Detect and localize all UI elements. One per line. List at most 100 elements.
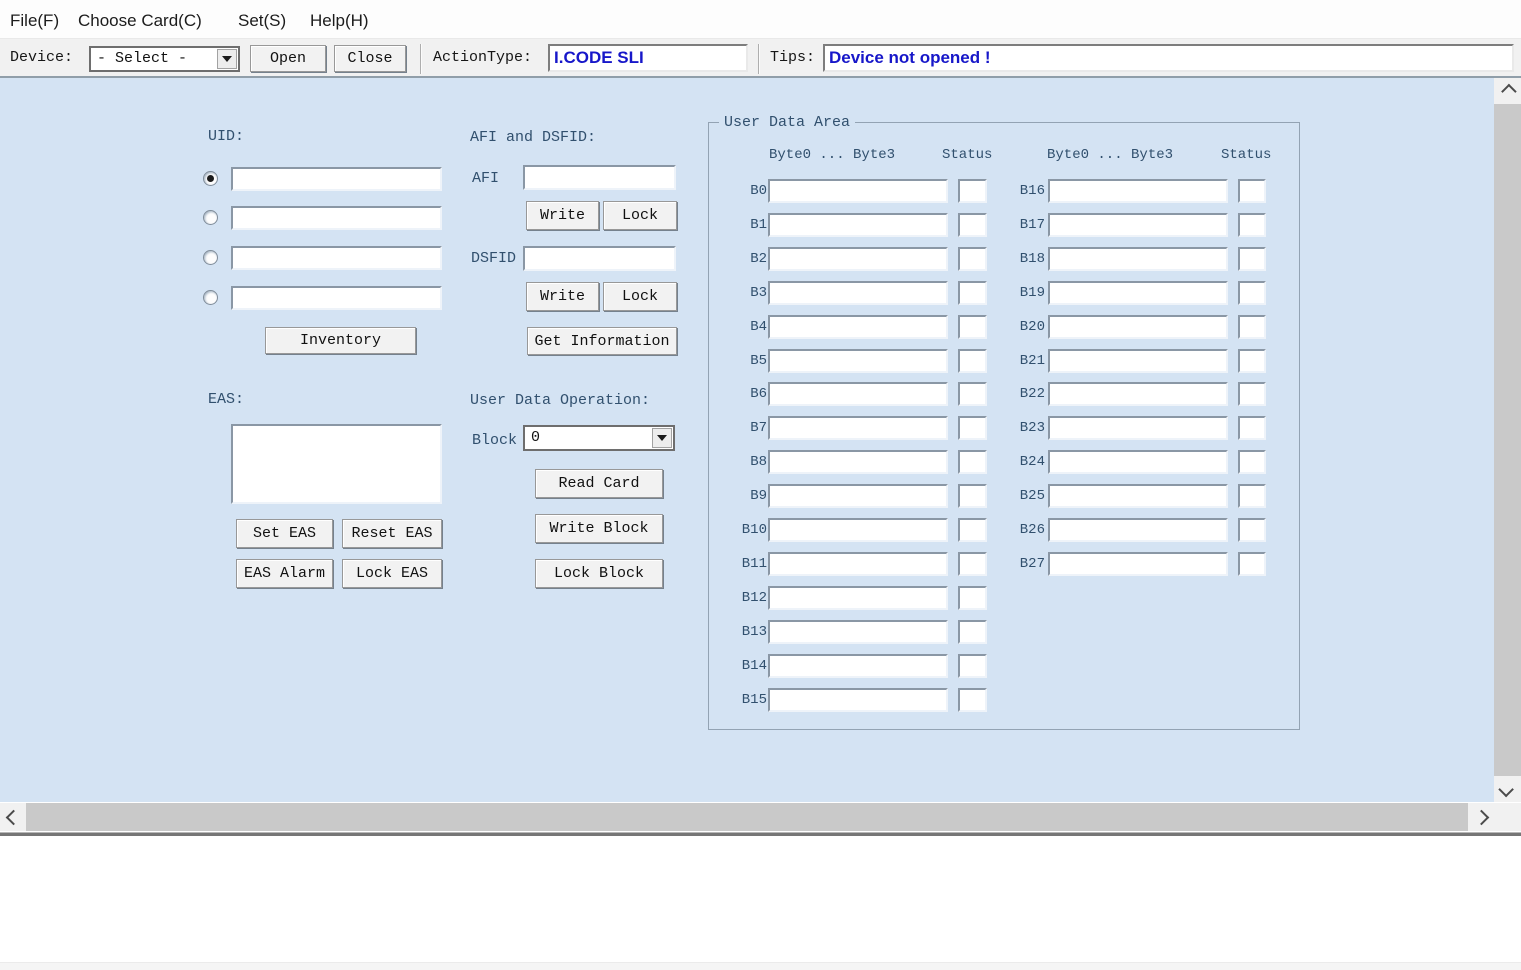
block-status-field[interactable] (1238, 450, 1266, 474)
block-data-field[interactable] (1048, 247, 1228, 271)
uid-field-1[interactable] (231, 167, 442, 191)
open-button[interactable]: Open (250, 45, 326, 72)
dsfid-field[interactable] (523, 246, 676, 271)
uid-radio-3[interactable] (203, 250, 218, 265)
block-data-field[interactable] (768, 518, 948, 542)
block-data-field[interactable] (768, 247, 948, 271)
block-status-field[interactable] (958, 688, 987, 712)
block-data-field[interactable] (768, 654, 948, 678)
block-status-field[interactable] (958, 349, 987, 373)
block-status-field[interactable] (958, 416, 987, 440)
device-select-dropdown-button[interactable] (217, 49, 237, 69)
block-status-field[interactable] (1238, 349, 1266, 373)
read-card-button[interactable]: Read Card (535, 469, 663, 498)
eas-output-box[interactable] (231, 424, 442, 504)
block-select-dropdown-button[interactable] (652, 428, 672, 448)
block-status-field[interactable] (958, 179, 987, 203)
horizontal-scroll-track[interactable] (26, 803, 1468, 831)
afi-field[interactable] (523, 165, 676, 190)
block-select[interactable]: 0 (523, 425, 675, 451)
block-status-field[interactable] (958, 620, 987, 644)
dsfid-lock-button[interactable]: Lock (603, 282, 677, 311)
uid-field-4[interactable] (231, 286, 442, 310)
block-status-field[interactable] (958, 315, 987, 339)
block-data-field[interactable] (768, 552, 948, 576)
block-data-field[interactable] (768, 382, 948, 406)
block-data-field[interactable] (1048, 315, 1228, 339)
block-data-field[interactable] (768, 450, 948, 474)
block-status-field[interactable] (1238, 179, 1266, 203)
menu-file[interactable]: File(F) (10, 9, 59, 33)
block-status-field[interactable] (958, 586, 987, 610)
block-status-field[interactable] (1238, 416, 1266, 440)
block-data-field[interactable] (1048, 416, 1228, 440)
block-status-field[interactable] (958, 213, 987, 237)
block-data-field[interactable] (768, 349, 948, 373)
scroll-right-button[interactable] (1468, 803, 1494, 831)
block-data-field[interactable] (768, 484, 948, 508)
set-eas-button[interactable]: Set EAS (236, 519, 333, 548)
scroll-up-button[interactable] (1494, 78, 1521, 104)
afi-write-button[interactable]: Write (526, 201, 599, 230)
uid-radio-1[interactable] (203, 171, 218, 186)
block-status-field[interactable] (1238, 382, 1266, 406)
block-data-field[interactable] (768, 586, 948, 610)
block-data-field[interactable] (1048, 484, 1228, 508)
block-status-field[interactable] (958, 654, 987, 678)
block-status-field[interactable] (1238, 315, 1266, 339)
menu-set[interactable]: Set(S) (238, 9, 286, 33)
block-data-field[interactable] (768, 315, 948, 339)
block-data-field[interactable] (1048, 281, 1228, 305)
block-data-field[interactable] (768, 281, 948, 305)
block-status-field[interactable] (958, 382, 987, 406)
block-status-field[interactable] (1238, 247, 1266, 271)
block-status-field[interactable] (958, 450, 987, 474)
uid-field-2[interactable] (231, 206, 442, 230)
device-select[interactable]: - Select - (89, 46, 240, 72)
afi-lock-button[interactable]: Lock (603, 201, 677, 230)
actiontype-label: ActionType: (433, 49, 533, 66)
lock-block-button[interactable]: Lock Block (535, 559, 663, 588)
block-data-field[interactable] (1048, 552, 1228, 576)
block-data-field[interactable] (1048, 349, 1228, 373)
block-status-field[interactable] (958, 281, 987, 305)
block-data-field[interactable] (1048, 382, 1228, 406)
block-data-field[interactable] (1048, 179, 1228, 203)
block-status-field[interactable] (1238, 484, 1266, 508)
get-information-button[interactable]: Get Information (527, 327, 677, 355)
reset-eas-button[interactable]: Reset EAS (342, 519, 442, 548)
block-data-field[interactable] (768, 688, 948, 712)
block-data-field[interactable] (1048, 450, 1228, 474)
scroll-left-button[interactable] (0, 803, 26, 831)
uid-radio-2[interactable] (203, 210, 218, 225)
inventory-button[interactable]: Inventory (265, 327, 416, 354)
block-data-field[interactable] (768, 179, 948, 203)
block-data-field[interactable] (1048, 518, 1228, 542)
write-block-button[interactable]: Write Block (535, 514, 663, 543)
block-data-field[interactable] (768, 213, 948, 237)
block-row-label: B15 (741, 692, 767, 708)
menu-help[interactable]: Help(H) (310, 9, 369, 33)
lock-eas-button[interactable]: Lock EAS (342, 559, 442, 588)
block-data-field[interactable] (1048, 213, 1228, 237)
close-button[interactable]: Close (334, 45, 406, 72)
block-data-field[interactable] (768, 416, 948, 440)
block-status-field[interactable] (1238, 518, 1266, 542)
horizontal-scrollbar[interactable] (0, 803, 1494, 831)
uid-radio-4[interactable] (203, 290, 218, 305)
block-status-field[interactable] (958, 552, 987, 576)
block-status-field[interactable] (958, 247, 987, 271)
block-status-field[interactable] (1238, 552, 1266, 576)
block-status-field[interactable] (958, 518, 987, 542)
block-status-field[interactable] (1238, 213, 1266, 237)
dsfid-write-button[interactable]: Write (526, 282, 599, 311)
eas-alarm-button[interactable]: EAS Alarm (236, 559, 333, 588)
block-status-field[interactable] (1238, 281, 1266, 305)
block-status-field[interactable] (958, 484, 987, 508)
vertical-scrollbar[interactable] (1494, 78, 1521, 802)
menu-choose-card[interactable]: Choose Card(C) (78, 9, 202, 33)
uid-field-3[interactable] (231, 246, 442, 270)
block-data-field[interactable] (768, 620, 948, 644)
vertical-scroll-track[interactable] (1494, 104, 1521, 776)
scroll-down-button[interactable] (1494, 776, 1521, 802)
